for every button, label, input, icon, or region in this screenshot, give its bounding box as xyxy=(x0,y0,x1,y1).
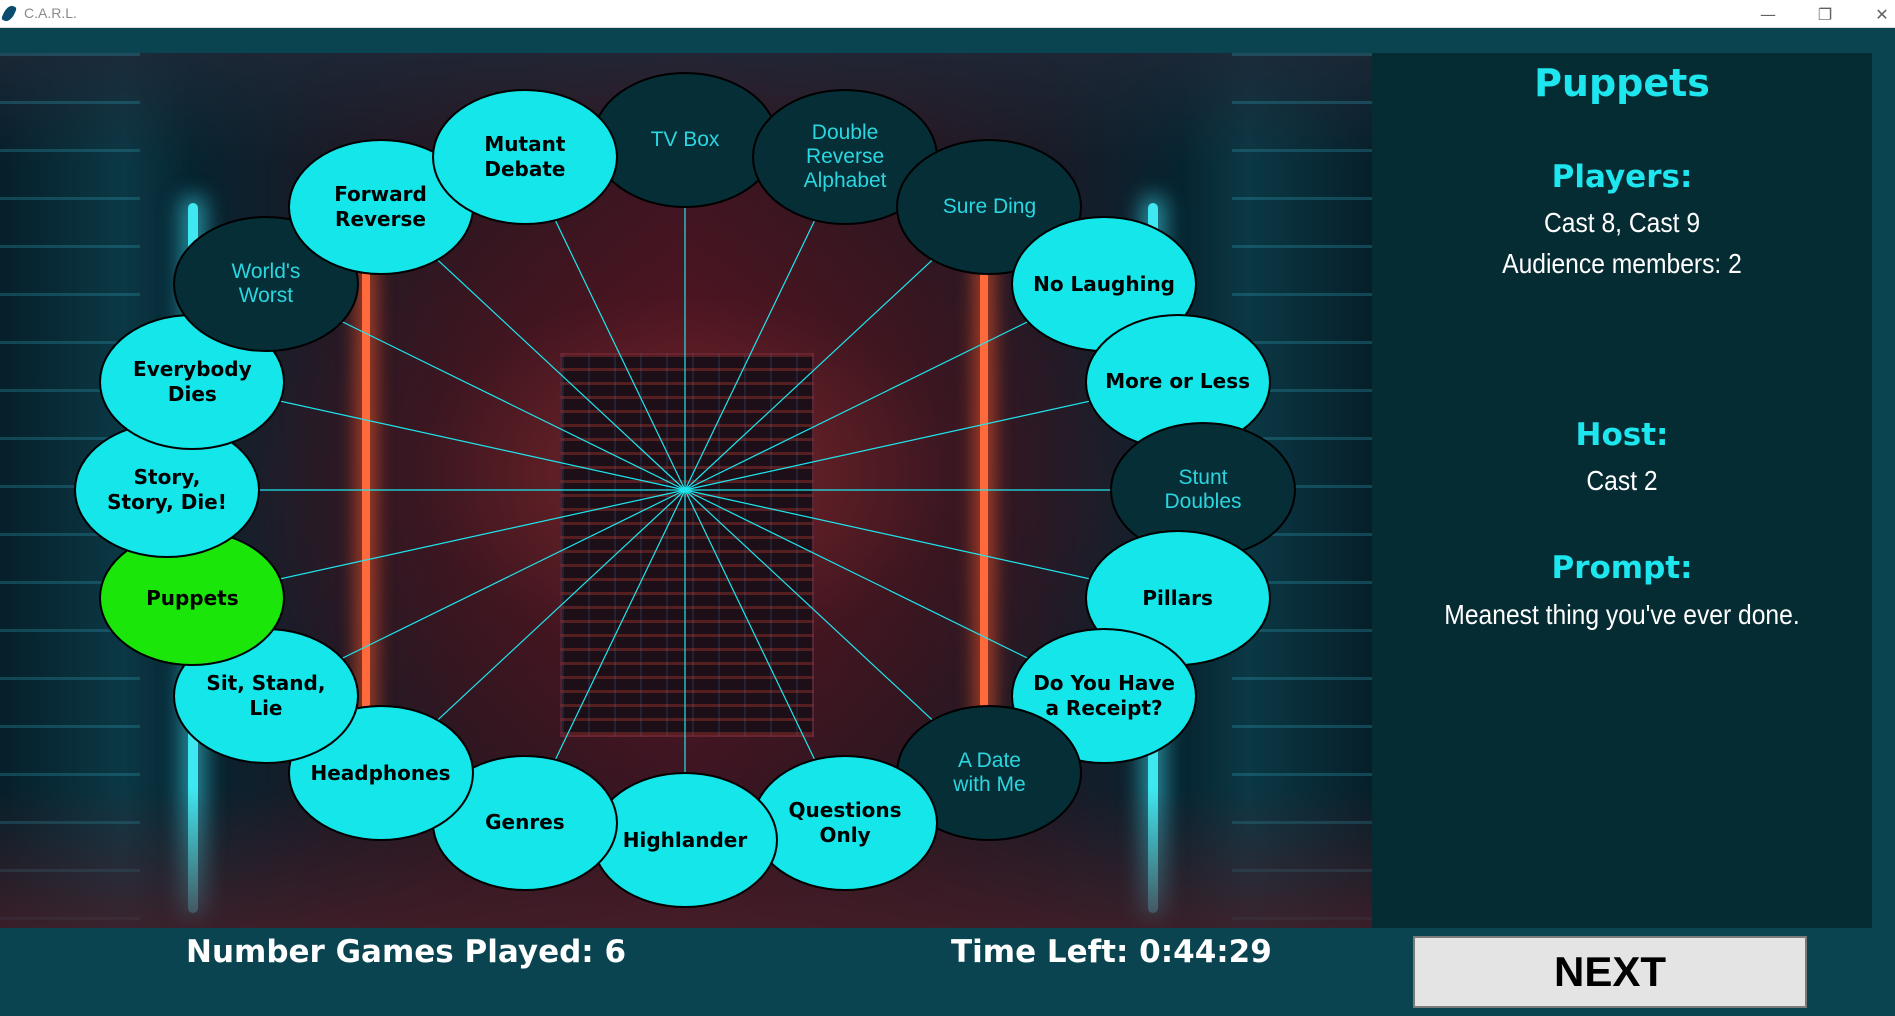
games-played-counter: Number Games Played: 6 xyxy=(186,934,627,970)
title-bar: C.A.R.L. — ❐ ✕ xyxy=(0,0,1895,28)
game-node-label: Everybody Dies xyxy=(133,356,252,406)
host-heading: Host: xyxy=(1575,417,1669,453)
feather-icon xyxy=(0,3,18,24)
game-node-label: Highlander xyxy=(622,827,748,852)
game-node-label: Headphones xyxy=(310,760,451,785)
game-node-label: No Laughing xyxy=(1033,271,1175,296)
game-node-label: Genres xyxy=(485,810,565,835)
game-node[interactable]: Questions Only xyxy=(752,754,939,891)
window-title: C.A.R.L. xyxy=(24,5,77,21)
prompt-value: Meanest thing you've ever done. xyxy=(1444,599,1800,630)
game-node-label: More or Less xyxy=(1105,369,1250,394)
game-node-label: A Date with Me xyxy=(953,749,1026,797)
game-node[interactable]: Highlander xyxy=(592,772,778,908)
game-node[interactable]: Mutant Debate xyxy=(431,89,618,226)
window-margin xyxy=(1872,53,1895,928)
players-list: Cast 8, Cast 9 xyxy=(1543,207,1701,238)
game-wheel-stage: TV Box Double Reverse Alphabet Sure Ding No… xyxy=(0,53,1372,928)
time-left-timer: Time Left: 0:44:29 xyxy=(951,934,1272,970)
game-node-label: Mutant Debate xyxy=(484,132,566,182)
game-node-label: World's Worst xyxy=(231,260,301,308)
game-node-label: Do You Have a Receipt? xyxy=(1033,670,1175,720)
prompt-heading: Prompt: xyxy=(1551,550,1693,586)
next-button[interactable]: NEXT xyxy=(1413,936,1807,1008)
game-node-label: Sure Ding xyxy=(942,194,1037,218)
game-node-label: Sit, Stand, Lie xyxy=(206,670,326,720)
game-node[interactable]: TV Box xyxy=(592,72,778,208)
game-node-label: Pillars xyxy=(1142,585,1213,610)
game-node-label: Questions Only xyxy=(788,797,902,847)
audience-members: Audience members: 2 xyxy=(1502,248,1742,279)
players-heading: Players: xyxy=(1551,159,1693,195)
game-node-label: Stunt Doubles xyxy=(1164,466,1242,513)
game-info-panel: Puppets Players: Cast 8, Cast 9 Audience… xyxy=(1372,53,1872,928)
game-node-label: Double Reverse Alphabet xyxy=(803,121,887,193)
game-node-label: Story, Story, Die! xyxy=(107,465,227,514)
close-button[interactable]: ✕ xyxy=(1859,0,1895,28)
selected-game-title: Puppets xyxy=(1534,61,1710,105)
game-node-label: Forward Reverse xyxy=(334,181,427,231)
minimize-button[interactable]: — xyxy=(1745,0,1791,28)
game-node-label: Puppets xyxy=(146,585,239,610)
restore-button[interactable]: ❐ xyxy=(1802,0,1848,28)
game-node-label: TV Box xyxy=(650,128,720,151)
host-value: Cast 2 xyxy=(1586,465,1658,496)
